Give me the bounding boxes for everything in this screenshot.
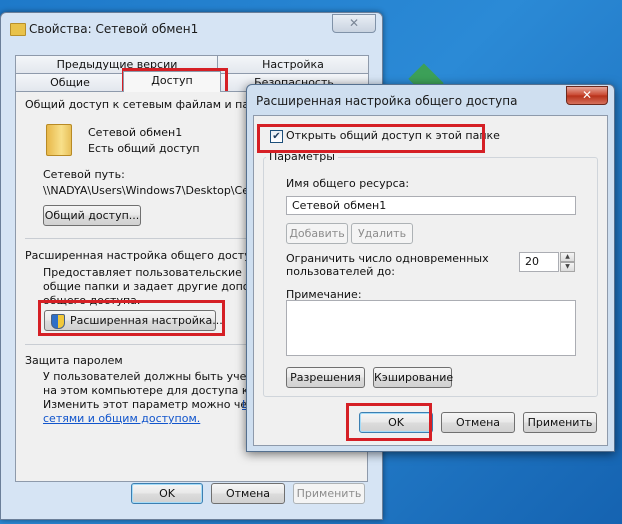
user-limit-input[interactable]: 20 bbox=[519, 252, 559, 272]
share-name-input[interactable]: Сетевой обмен1 bbox=[286, 196, 576, 215]
highlight-advanced-button bbox=[38, 300, 225, 336]
password-line-1: У пользователей должны быть учетная bbox=[43, 370, 274, 383]
password-line-2: на этом компьютере для доступа к общ bbox=[43, 384, 276, 397]
network-path-label: Сетевой путь: bbox=[43, 168, 125, 181]
network-sharing-group-title: Общий доступ к сетевым файлам и папк bbox=[25, 98, 263, 111]
tab-general[interactable]: Общие bbox=[15, 73, 125, 92]
advanced-sharing-group-title: Расширенная настройка общего доступа bbox=[25, 249, 265, 262]
note-textarea[interactable] bbox=[286, 300, 576, 356]
close-button[interactable]: ✕ bbox=[332, 14, 376, 33]
tab-settings[interactable]: Настройка bbox=[217, 55, 369, 74]
password-protection-group-title: Защита паролем bbox=[25, 354, 123, 367]
folder-status: Есть общий доступ bbox=[88, 142, 200, 155]
cancel-button[interactable]: Отмена bbox=[211, 483, 285, 504]
network-path-value: \\NADYA\Users\Windows7\Desktop\Сете bbox=[43, 184, 263, 197]
caching-button[interactable]: Кэширование bbox=[373, 367, 453, 388]
window-title: Свойства: Сетевой обмен1 bbox=[29, 22, 199, 36]
spin-down-icon[interactable]: ▼ bbox=[560, 262, 575, 272]
remove-button[interactable]: Удалить bbox=[351, 223, 413, 244]
divider bbox=[25, 344, 255, 345]
apply-button[interactable]: Применить bbox=[523, 412, 597, 433]
share-button[interactable]: Общий доступ... bbox=[43, 205, 141, 226]
share-name-label: Имя общего ресурса: bbox=[286, 177, 410, 190]
dialog-title: Расширенная настройка общего доступа bbox=[256, 94, 518, 108]
folder-icon bbox=[10, 23, 26, 36]
ok-button[interactable]: OK bbox=[131, 483, 203, 504]
folder-name: Сетевой обмен1 bbox=[88, 126, 183, 139]
limit-users-label-line-1: Ограничить число одновременных bbox=[286, 252, 489, 265]
add-button[interactable]: Добавить bbox=[286, 223, 348, 244]
cancel-button[interactable]: Отмена bbox=[441, 412, 515, 433]
dialog-panel: ✔ Открыть общий доступ к этой папке Пара… bbox=[253, 115, 608, 446]
spin-up-icon[interactable]: ▲ bbox=[560, 252, 575, 262]
apply-button[interactable]: Применить bbox=[293, 483, 365, 504]
highlight-ok-button bbox=[346, 403, 432, 441]
network-center-link[interactable]: сетями и общим доступом. bbox=[43, 412, 200, 425]
shared-folder-icon bbox=[46, 124, 72, 156]
close-button[interactable]: ✕ bbox=[566, 86, 608, 105]
advanced-description-line-1: Предоставляет пользовательские разр bbox=[43, 266, 272, 279]
password-line-3: Изменить этот параметр можно через bbox=[43, 398, 267, 411]
limit-users-label-line-2: пользователей до: bbox=[286, 265, 395, 278]
divider bbox=[25, 238, 255, 239]
permissions-button[interactable]: Разрешения bbox=[286, 367, 365, 388]
highlight-share-checkbox bbox=[257, 124, 485, 153]
tab-access[interactable]: Доступ bbox=[123, 71, 221, 92]
